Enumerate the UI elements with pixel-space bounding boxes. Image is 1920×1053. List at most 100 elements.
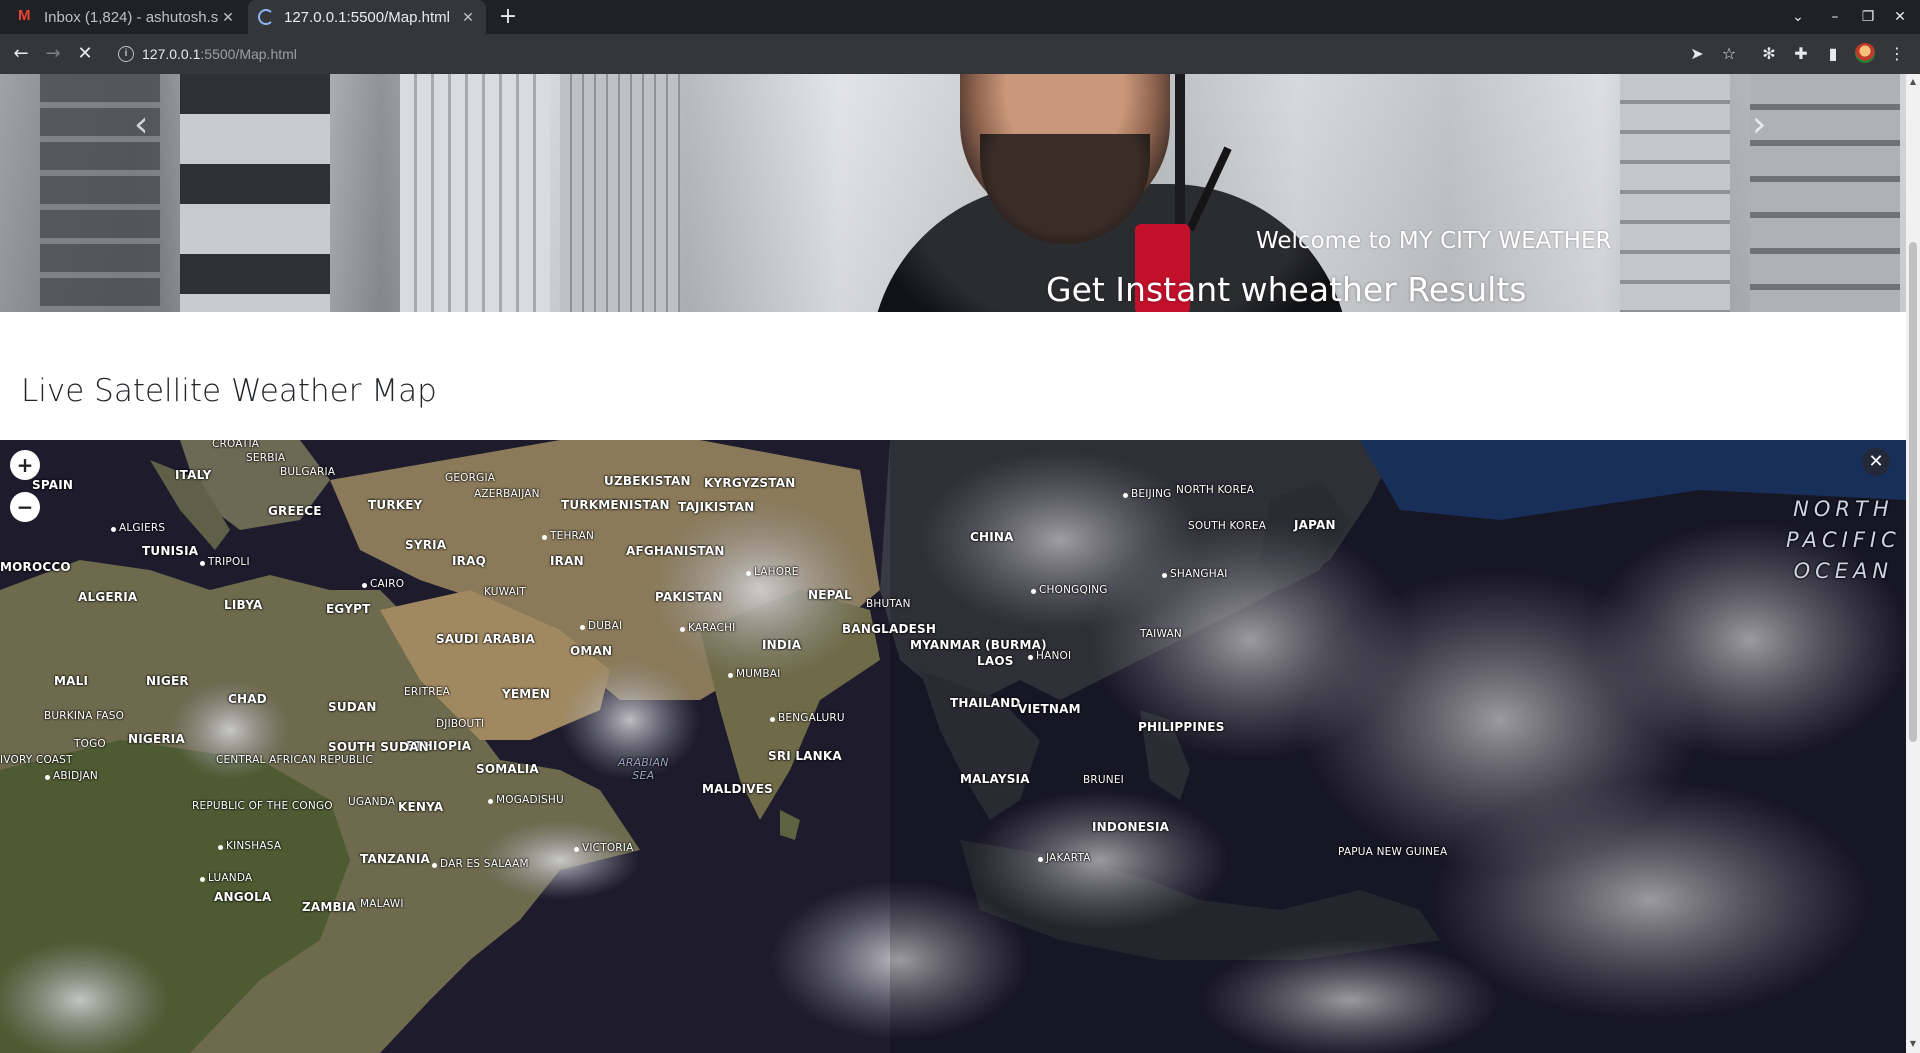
map-country-label: OMAN: [570, 644, 613, 658]
map-country-label: SOUTH KOREA: [1188, 520, 1267, 532]
map-country-label: SRI LANKA: [768, 749, 842, 763]
city-dot-icon: [200, 877, 205, 882]
map-country-label: NEPAL: [808, 588, 852, 602]
map-country-label: CHAD: [228, 692, 267, 706]
map-country-label: SERBIA: [246, 452, 286, 464]
bookmark-star-icon[interactable]: ☆: [1718, 43, 1740, 65]
map-country-label: PHILIPPINES: [1138, 720, 1225, 734]
address-bar[interactable]: i 127.0.0.1:5500/Map.html: [108, 40, 1668, 68]
send-tab-icon[interactable]: ➤: [1686, 43, 1708, 65]
tab-map-page[interactable]: 127.0.0.1:5500/Map.html ✕: [248, 0, 486, 34]
extensions-puzzle-icon[interactable]: ✚: [1790, 43, 1812, 65]
forward-arrow-icon[interactable]: →: [42, 43, 64, 65]
map-country-label: TURKEY: [368, 498, 423, 512]
map-city-label: KINSHASA: [226, 840, 282, 852]
zoom-out-button[interactable]: −: [10, 492, 40, 522]
city-dot-icon: [1038, 857, 1043, 862]
url-path: :5500/Map.html: [200, 46, 297, 62]
carousel-prev-icon[interactable]: ‹: [134, 104, 148, 145]
map-country-label: MALI: [54, 674, 89, 688]
extension-gear-icon[interactable]: ✻: [1758, 43, 1780, 65]
section-title: Live Satellite Weather Map: [21, 373, 437, 409]
map-country-label: AZERBAIJAN: [474, 488, 540, 500]
map-country-label: BULGARIA: [280, 466, 336, 478]
map-country-label: THAILAND: [950, 696, 1021, 710]
map-country-label: LIBYA: [224, 598, 263, 612]
ocean-label-line: OCEAN: [1793, 559, 1894, 583]
map-country-label: TANZANIA: [360, 852, 430, 866]
map-country-label: MALAYSIA: [960, 772, 1030, 786]
city-dot-icon: [362, 583, 367, 588]
page-scrollbar[interactable]: ▲ ▼: [1906, 74, 1920, 1053]
map-city-label: LUANDA: [208, 872, 253, 884]
browser-toolbar: ← → ✕ i 127.0.0.1:5500/Map.html ➤ ☆ ✻ ✚ …: [0, 34, 1920, 74]
window-close-icon[interactable]: ✕: [1890, 6, 1910, 28]
side-panel-icon[interactable]: ▮: [1822, 43, 1844, 65]
map-country-label: ERITREA: [404, 686, 450, 698]
minimize-icon[interactable]: –: [1825, 6, 1845, 28]
city-dot-icon: [1123, 493, 1128, 498]
city-dot-icon: [680, 627, 685, 632]
city-dot-icon: [1028, 655, 1033, 660]
more-menu-icon[interactable]: ⋮: [1886, 43, 1908, 65]
tab-gmail-inbox[interactable]: Inbox (1,824) - ashutosh.s ✕: [8, 0, 246, 34]
map-country-label: TAIWAN: [1140, 628, 1182, 640]
map-country-label: MALDIVES: [702, 782, 774, 796]
map-country-label: IVORY COAST: [0, 754, 73, 766]
map-country-label: ANGOLA: [214, 890, 272, 904]
hero-image-building: [1620, 74, 1730, 312]
scroll-down-icon[interactable]: ▼: [1909, 1040, 1917, 1048]
map-country-label: DJIBOUTI: [436, 718, 485, 730]
map-country-label: MOROCCO: [0, 560, 71, 574]
map-country-label: PAPUA NEW GUINEA: [1338, 846, 1448, 858]
city-dot-icon: [770, 717, 775, 722]
map-country-label: ITALY: [175, 468, 212, 482]
new-tab-icon[interactable]: +: [495, 4, 521, 30]
profile-avatar[interactable]: [1855, 43, 1875, 63]
back-arrow-icon[interactable]: ←: [10, 43, 32, 65]
tab-search-chevron-icon[interactable]: ⌄: [1788, 6, 1808, 28]
scrollbar-thumb[interactable]: [1909, 242, 1917, 742]
map-country-label: INDONESIA: [1092, 820, 1170, 834]
map-country-label: CHINA: [970, 530, 1014, 544]
map-country-label: ZAMBIA: [302, 900, 357, 914]
hero-image-building: [400, 74, 550, 312]
carousel-next-icon[interactable]: ›: [1752, 104, 1766, 145]
map-city-label: CAIRO: [370, 578, 405, 590]
map-country-label: UGANDA: [348, 796, 396, 808]
hero-title: Get Instant wheather Results: [1046, 270, 1527, 309]
hero-carousel: ‹ › Welcome to MY CITY WEATHER Get Insta…: [0, 74, 1906, 312]
city-dot-icon: [580, 625, 585, 630]
map-city-label: TRIPOLI: [208, 556, 250, 568]
map-country-label: CROATIA: [212, 440, 260, 450]
scroll-up-icon[interactable]: ▲: [1909, 78, 1917, 86]
map-city-label: JAKARTA: [1046, 852, 1091, 864]
restore-icon[interactable]: ❐: [1858, 6, 1878, 28]
map-country-label: SPAIN: [32, 478, 74, 492]
map-city-label: LAHORE: [754, 566, 799, 578]
map-country-label: MALAWI: [360, 898, 404, 910]
map-country-label: TUNISIA: [142, 544, 199, 558]
satellite-weather-map[interactable]: CROATIA SERBIA ITALY BULGARIA SPAIN GREECE GEO…: [0, 440, 1906, 1053]
sea-label: ARABIAN SEA: [618, 756, 669, 782]
map-country-label: SAUDI ARABIA: [436, 632, 536, 646]
zoom-in-button[interactable]: +: [10, 450, 40, 480]
tab-title: Inbox (1,824) - ashutosh.s: [44, 8, 219, 26]
page-viewport: ‹ › Welcome to MY CITY WEATHER Get Insta…: [0, 74, 1906, 1053]
map-city-label: DAR ES SALAAM: [440, 858, 529, 870]
stop-loading-icon[interactable]: ✕: [74, 43, 96, 65]
map-country-label: CENTRAL AFRICAN REPUBLIC: [216, 754, 374, 766]
map-country-label: IRAN: [550, 554, 584, 568]
map-country-label: IRAQ: [452, 554, 486, 568]
hero-image-building: [1750, 74, 1900, 312]
map-country-label: MYANMAR (BURMA): [910, 638, 1047, 652]
map-city-label: BEIJING: [1131, 488, 1172, 500]
map-country-label: YEMEN: [502, 687, 551, 701]
city-dot-icon: [542, 535, 547, 540]
map-close-button[interactable]: ✕: [1862, 448, 1890, 476]
site-info-icon[interactable]: i: [118, 46, 134, 62]
city-dot-icon: [218, 845, 223, 850]
tab-close-icon[interactable]: ✕: [220, 9, 236, 26]
tab-close-icon[interactable]: ✕: [460, 9, 476, 26]
hero-image-building: [180, 74, 330, 312]
